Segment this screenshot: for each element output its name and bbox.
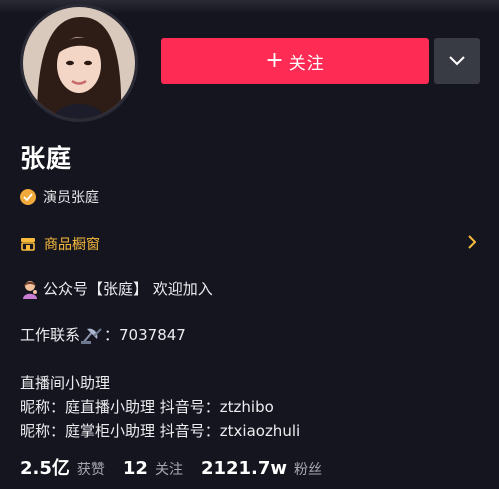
- likes-count: 2.5亿: [20, 458, 70, 479]
- bio-line-4: 昵称：庭直播小助理 抖音号：ztzhibo: [20, 398, 274, 416]
- bio-line-2: 工作联系 ：7037847: [20, 324, 186, 345]
- woman-emoji-icon: [23, 280, 37, 299]
- follow-label: 关注: [288, 53, 325, 74]
- likes-label: 获赞: [76, 462, 105, 478]
- followers-label[interactable]: 粉丝: [294, 459, 322, 479]
- follow-button[interactable]: + 关注: [161, 38, 429, 84]
- plus-icon: +: [265, 48, 285, 73]
- bio-line-3: 直播间小助理: [20, 374, 111, 392]
- bio-text-2: 工作联系: [20, 326, 81, 344]
- bio-line-5: 昵称：庭掌柜小助理 抖音号：ztxiaozhuli: [20, 422, 301, 440]
- shop-icon: [21, 238, 35, 251]
- avatar-photo: [23, 7, 135, 119]
- following-label[interactable]: 关注: [155, 459, 183, 479]
- bio-text-1: 公众号【张庭】 欢迎加入: [43, 280, 213, 298]
- verification-label: 演员张庭: [43, 190, 99, 206]
- following-count[interactable]: 12: [123, 458, 148, 479]
- satellite-emoji-icon: [81, 327, 102, 344]
- shop-window-link[interactable]: 商品橱窗: [20, 232, 480, 256]
- chevron-right-icon: [468, 235, 476, 249]
- profile-name: 张庭: [20, 144, 73, 173]
- chevron-down-icon: [449, 56, 465, 66]
- stats-row: 2.5亿 获赞 12 关注 2121.7w 粉丝: [20, 454, 340, 480]
- bio-line-1: 公众号【张庭】 欢迎加入: [20, 278, 213, 299]
- shop-label: 商品橱窗: [44, 237, 100, 253]
- verification-row: 演员张庭: [20, 187, 99, 207]
- followers-count[interactable]: 2121.7w: [201, 458, 287, 479]
- more-options-button[interactable]: [434, 38, 480, 84]
- avatar[interactable]: [20, 4, 138, 122]
- bio-text-2-value: ：7037847: [104, 326, 186, 344]
- verified-badge-icon: [20, 189, 36, 205]
